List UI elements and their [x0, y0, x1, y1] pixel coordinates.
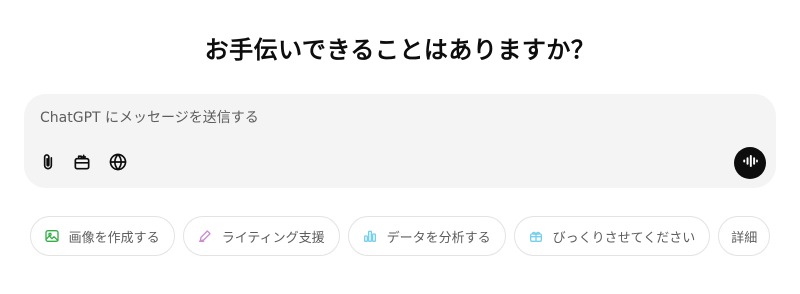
- page-title: お手伝いできることはありますか？: [204, 36, 596, 64]
- suggestion-label: データを分析する: [386, 230, 491, 246]
- tools-button[interactable]: [70, 150, 94, 174]
- paperclip-icon: [38, 152, 58, 172]
- voice-waveform-icon: [741, 152, 759, 174]
- suggestion-chips: 画像を作成する ライティング支援 データを分析する びっくりさせてください 詳細: [0, 216, 800, 256]
- attach-button[interactable]: [36, 150, 60, 174]
- message-input[interactable]: [40, 106, 720, 130]
- suggestion-label: 詳細: [731, 230, 758, 246]
- message-composer: [24, 94, 776, 188]
- suggestion-writing-help[interactable]: ライティング支援: [182, 216, 340, 256]
- bar-chart-icon: [361, 227, 379, 245]
- pen-icon: [196, 227, 214, 245]
- image-icon: [43, 227, 61, 245]
- suggestion-surprise-me[interactable]: びっくりさせてください: [513, 216, 711, 256]
- web-search-button[interactable]: [106, 150, 130, 174]
- chat-home: お手伝いできることはありますか？ ChatGPT にメッセージを送信する 画像を…: [0, 0, 800, 294]
- globe-icon: [108, 152, 128, 172]
- toolbox-icon: [72, 152, 92, 172]
- suggestion-label: びっくりさせてください: [552, 230, 696, 246]
- voice-mode-button[interactable]: [734, 147, 766, 179]
- suggestion-analyze-data[interactable]: データを分析する: [347, 216, 506, 256]
- suggestion-label: ライティング支援: [221, 230, 325, 246]
- suggestion-more[interactable]: 詳細: [718, 216, 771, 256]
- gift-icon: [527, 227, 545, 245]
- suggestion-create-image[interactable]: 画像を作成する: [29, 216, 175, 256]
- suggestion-label: 画像を作成する: [68, 230, 160, 246]
